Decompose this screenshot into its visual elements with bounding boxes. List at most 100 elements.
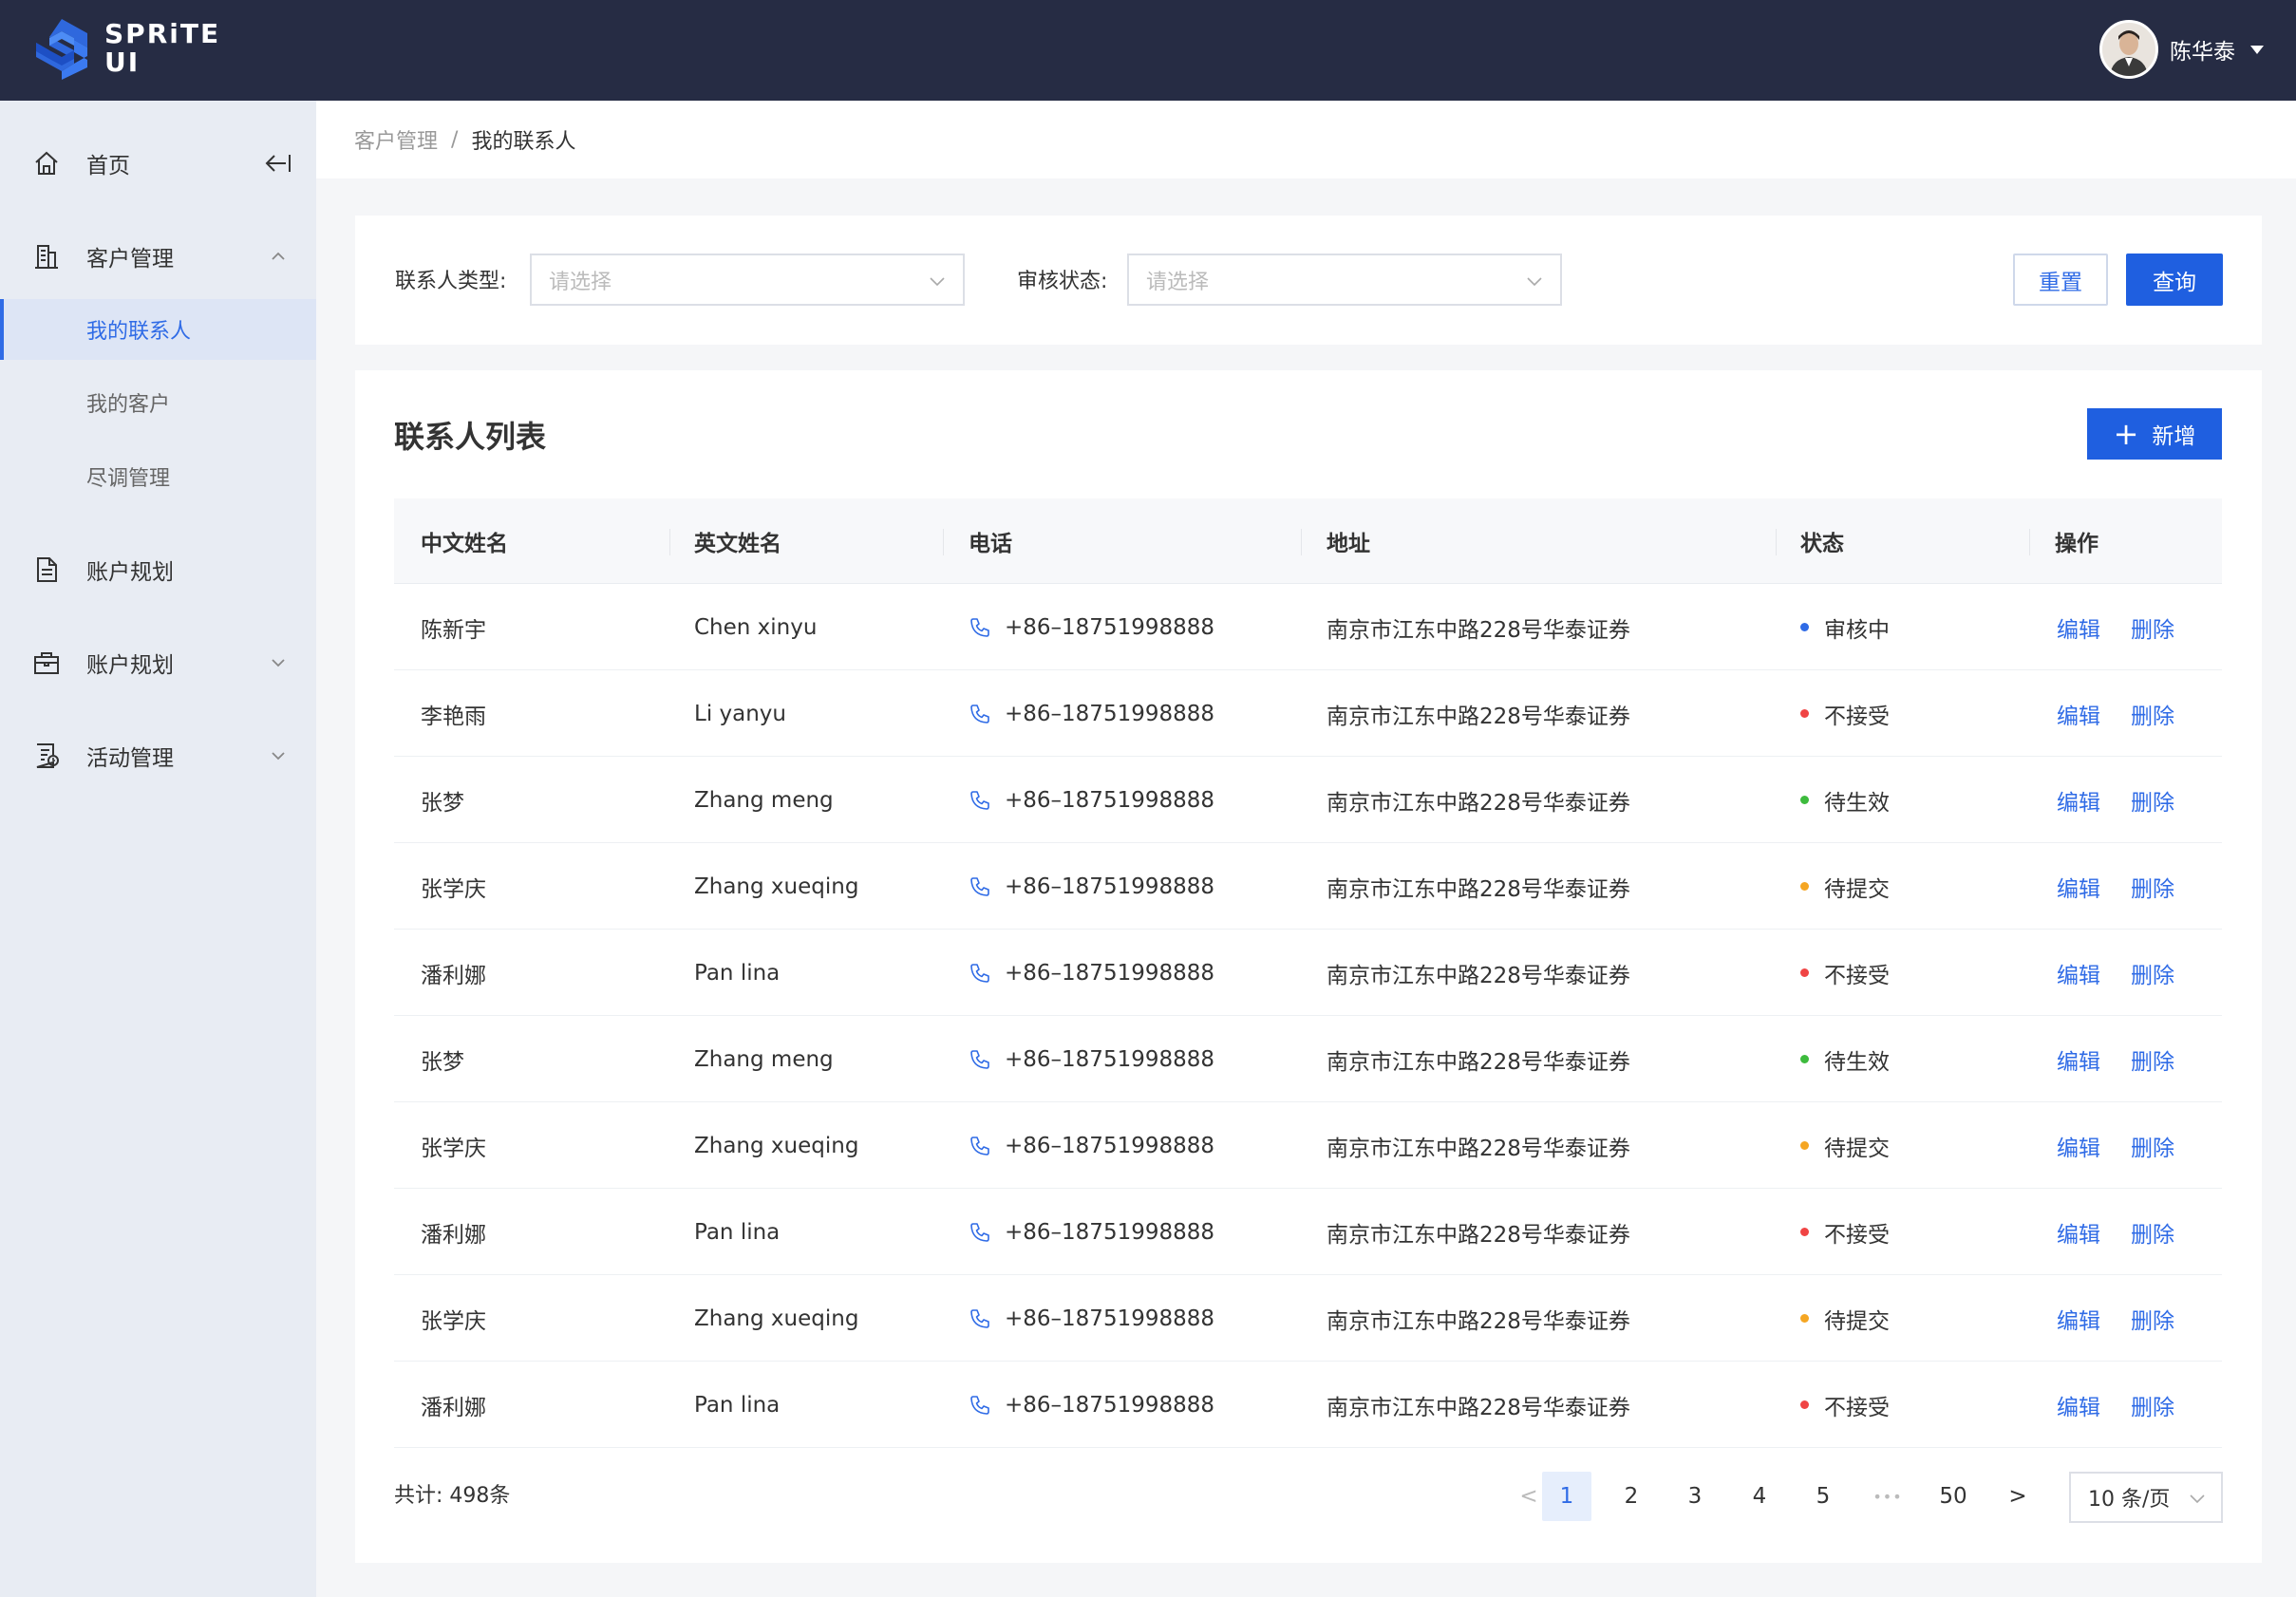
cell-phone: +86–18751998888: [969, 757, 1214, 843]
status-badge: 待提交: [1824, 1308, 1890, 1334]
delete-link[interactable]: 删除: [2131, 957, 2174, 989]
column-header-phone[interactable]: 电话: [969, 498, 1012, 584]
add-contact-button[interactable]: + 新增: [2087, 408, 2222, 460]
cell-actions: 编辑 删除: [2057, 584, 2174, 670]
sidebar-item-home[interactable]: 首页: [0, 130, 316, 197]
table-row[interactable]: 陈新宇 Chen xinyu +86–18751998888 南京市江东中路228号华…: [394, 584, 2222, 670]
sidebar-subitem-my-contacts[interactable]: 我的联系人: [0, 299, 316, 360]
sidebar-item-activity-mgmt[interactable]: 活动管理: [0, 723, 316, 789]
page-last-button[interactable]: 50: [1929, 1472, 1978, 1521]
status-badge: 不接受: [1824, 1222, 1890, 1248]
edit-link[interactable]: 编辑: [2057, 784, 2100, 817]
contact-list-panel: 联系人列表 + 新增 中文姓名 英文姓名 电话 地址 状态 操作 陈新宇 Chen…: [355, 370, 2262, 1563]
caret-down-icon[interactable]: [2250, 45, 2264, 54]
pagination: < 1 2 3 4 5 ••• 50 >: [355, 1472, 2262, 1521]
cell-cn-name: 李艳雨: [421, 704, 486, 729]
edit-link[interactable]: 编辑: [2057, 611, 2100, 644]
user-menu[interactable]: 陈华泰: [2099, 19, 2264, 80]
status-dot: [1800, 968, 1809, 977]
phone-icon: [970, 876, 989, 896]
edit-link[interactable]: 编辑: [2057, 698, 2100, 730]
column-header-status[interactable]: 状态: [1800, 498, 1844, 584]
edit-link[interactable]: 编辑: [2057, 1303, 2100, 1335]
cell-address: 南京市江东中路228号华泰证券: [1327, 1136, 1630, 1161]
delete-link[interactable]: 删除: [2131, 1303, 2174, 1335]
cell-phone: +86–18751998888: [969, 843, 1214, 930]
column-header-address[interactable]: 地址: [1327, 498, 1370, 584]
table-row[interactable]: 张学庆 Zhang xueqing +86–18751998888 南京市江东中路22…: [394, 1275, 2222, 1362]
table-row[interactable]: 张梦 Zhang meng +86–18751998888 南京市江东中路228号华泰…: [394, 757, 2222, 843]
cell-phone: +86–18751998888: [969, 670, 1214, 757]
cell-cn-name: 陈新宇: [421, 617, 486, 643]
edit-link[interactable]: 编辑: [2057, 957, 2100, 989]
table-row[interactable]: 张学庆 Zhang xueqing +86–18751998888 南京市江东中路22…: [394, 843, 2222, 930]
contact-type-select[interactable]: 请选择: [530, 254, 965, 306]
delete-link[interactable]: 删除: [2131, 1216, 2174, 1249]
cell-status: 待提交: [1800, 1275, 1890, 1362]
page-5-button[interactable]: 5: [1798, 1472, 1848, 1521]
more-pages-ellipsis[interactable]: •••: [1863, 1472, 1912, 1521]
column-header-cn-name[interactable]: 中文姓名: [421, 498, 508, 584]
cell-phone: +86–18751998888: [969, 1362, 1214, 1448]
cell-en-name: Pan lina: [694, 1219, 781, 1245]
table-row[interactable]: 潘利娜 Pan lina +86–18751998888 南京市江东中路228号华泰证…: [394, 1362, 2222, 1448]
edit-link[interactable]: 编辑: [2057, 1130, 2100, 1162]
page-2-button[interactable]: 2: [1607, 1472, 1656, 1521]
table-row[interactable]: 潘利娜 Pan lina +86–18751998888 南京市江东中路228号华泰证…: [394, 1189, 2222, 1275]
delete-link[interactable]: 删除: [2131, 1043, 2174, 1076]
next-page-button[interactable]: >: [1993, 1472, 2042, 1521]
cell-en-name: Zhang xueqing: [694, 1133, 859, 1158]
cell-actions: 编辑 删除: [2057, 1016, 2174, 1102]
sidebar-item-customer-mgmt[interactable]: 客户管理: [0, 223, 316, 290]
page-3-button[interactable]: 3: [1670, 1472, 1720, 1521]
edit-link[interactable]: 编辑: [2057, 871, 2100, 903]
cell-phone: +86–18751998888: [969, 1016, 1214, 1102]
cell-address: 南京市江东中路228号华泰证券: [1327, 963, 1630, 988]
sidebar: 首页 客户管理 我的联系人 我的客户 尽调管理 账户规划 账户规划 活动管理: [0, 101, 316, 1597]
query-button[interactable]: 查询: [2126, 254, 2223, 306]
delete-link[interactable]: 删除: [2131, 784, 2174, 817]
phone-number: +86–18751998888: [1005, 1306, 1215, 1331]
user-name[interactable]: 陈华泰: [2170, 33, 2235, 66]
page-size-select[interactable]: 10 条/页: [2069, 1472, 2223, 1523]
cell-address: 南京市江东中路228号华泰证券: [1327, 790, 1630, 816]
page-1-button[interactable]: 1: [1542, 1472, 1591, 1521]
table-row[interactable]: 张学庆 Zhang xueqing +86–18751998888 南京市江东中路22…: [394, 1102, 2222, 1189]
chevron-down-icon[interactable]: [269, 746, 288, 765]
delete-link[interactable]: 删除: [2131, 611, 2174, 644]
edit-link[interactable]: 编辑: [2057, 1043, 2100, 1076]
table-row[interactable]: 张梦 Zhang meng +86–18751998888 南京市江东中路228号华泰…: [394, 1016, 2222, 1102]
sidebar-subitem-my-customers[interactable]: 我的客户: [0, 372, 316, 433]
edit-link[interactable]: 编辑: [2057, 1216, 2100, 1249]
column-header-en-name[interactable]: 英文姓名: [694, 498, 781, 584]
reset-button[interactable]: 重置: [2013, 254, 2108, 306]
phone-icon: [970, 1049, 989, 1069]
sidebar-item-account-plan-2[interactable]: 账户规划: [0, 629, 316, 696]
delete-link[interactable]: 删除: [2131, 871, 2174, 903]
chevron-up-icon[interactable]: [269, 247, 288, 266]
delete-link[interactable]: 删除: [2131, 1389, 2174, 1421]
chevron-down-icon[interactable]: [269, 653, 288, 672]
cell-phone: +86–18751998888: [969, 1102, 1214, 1189]
cell-cn-name: 张梦: [421, 790, 464, 816]
breadcrumb-current: 我的联系人: [471, 130, 576, 154]
cell-actions: 编辑 删除: [2057, 1189, 2174, 1275]
delete-link[interactable]: 删除: [2131, 1130, 2174, 1162]
table-row[interactable]: 李艳雨 Li yanyu +86–18751998888 南京市江东中路228号华泰证…: [394, 670, 2222, 757]
brand-logo[interactable]: SPRiTE UI: [32, 17, 220, 80]
collapse-sidebar-icon[interactable]: [263, 152, 293, 175]
chevron-down-icon: [2190, 1494, 2205, 1504]
review-status-select[interactable]: 请选择: [1127, 254, 1562, 306]
table-row[interactable]: 潘利娜 Pan lina +86–18751998888 南京市江东中路228号华泰证…: [394, 930, 2222, 1016]
column-separator: [1776, 529, 1777, 555]
phone-number: +86–18751998888: [1005, 1219, 1215, 1245]
avatar[interactable]: [2099, 20, 2158, 79]
breadcrumb-parent[interactable]: 客户管理: [354, 124, 438, 155]
delete-link[interactable]: 删除: [2131, 698, 2174, 730]
cell-en-name: Pan lina: [694, 960, 781, 986]
phone-icon: [970, 963, 989, 983]
edit-link[interactable]: 编辑: [2057, 1389, 2100, 1421]
sidebar-item-account-plan[interactable]: 账户规划: [0, 536, 316, 603]
sidebar-subitem-due-diligence[interactable]: 尽调管理: [0, 446, 316, 507]
page-4-button[interactable]: 4: [1735, 1472, 1784, 1521]
